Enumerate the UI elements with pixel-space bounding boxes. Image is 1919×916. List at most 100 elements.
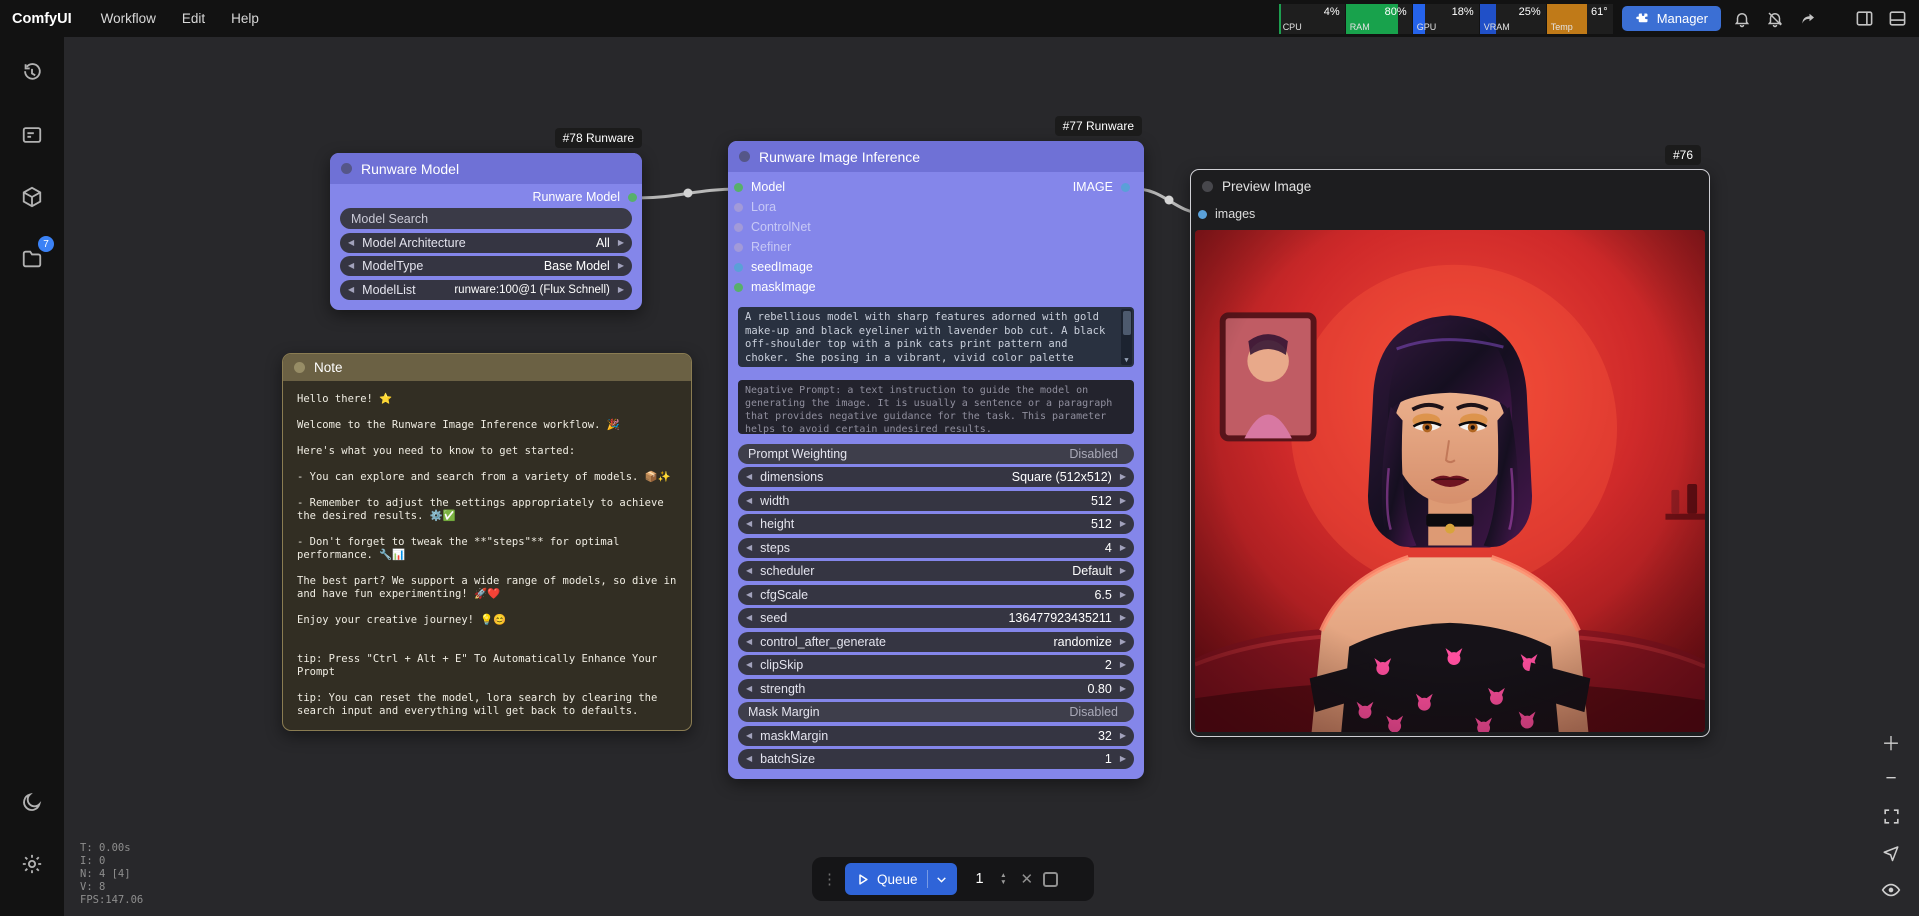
decrement-arrow-icon[interactable]: ◀ xyxy=(746,638,752,646)
widget-dimensions[interactable]: ◀ dimensions Square (512x512) ▶ xyxy=(738,467,1134,487)
increment-arrow-icon[interactable]: ▶ xyxy=(618,286,624,294)
queue-panel-icon[interactable] xyxy=(12,115,52,155)
increment-arrow-icon[interactable]: ▶ xyxy=(618,262,624,270)
menu-workflow[interactable]: Workflow xyxy=(88,0,169,37)
input-slot-controlnet[interactable] xyxy=(734,223,743,232)
scroll-down-icon[interactable]: ▼ xyxy=(1121,356,1132,365)
widget-scheduler[interactable]: ◀ scheduler Default ▶ xyxy=(738,561,1134,581)
workflows-folder-icon[interactable]: 7 xyxy=(12,239,52,279)
decrement-arrow-icon[interactable]: ◀ xyxy=(348,286,354,294)
increment-arrow-icon[interactable]: ▶ xyxy=(1120,473,1126,481)
share-icon[interactable] xyxy=(1796,7,1820,31)
model-library-icon[interactable] xyxy=(12,177,52,217)
widget-height[interactable]: ◀ height 512 ▶ xyxy=(738,514,1134,534)
history-icon[interactable] xyxy=(12,53,52,93)
decrement-arrow-icon[interactable]: ◀ xyxy=(746,661,752,669)
output-slot-image[interactable] xyxy=(1121,183,1130,192)
queue-button[interactable]: Queue xyxy=(845,863,957,895)
scrollbar[interactable]: ▼ xyxy=(1121,309,1132,365)
widget-modeltype[interactable]: ◀ ModelType Base Model ▶ xyxy=(340,256,632,276)
widget-modellist[interactable]: ◀ ModelList runware:100@1 (Flux Schnell)… xyxy=(340,280,632,300)
batch-decrement-icon[interactable]: ▼ xyxy=(1000,879,1006,886)
increment-arrow-icon[interactable]: ▶ xyxy=(1120,567,1126,575)
theme-toggle-icon[interactable] xyxy=(12,782,52,822)
node-runware-model[interactable]: #78 Runware Runware Model Runware Model … xyxy=(330,153,642,310)
decrement-arrow-icon[interactable]: ◀ xyxy=(746,614,752,622)
settings-gear-icon[interactable] xyxy=(12,844,52,884)
decrement-arrow-icon[interactable]: ◀ xyxy=(746,732,752,740)
input-slot-seedimage[interactable] xyxy=(734,263,743,272)
batch-increment-icon[interactable]: ▲ xyxy=(1000,872,1006,879)
increment-arrow-icon[interactable]: ▶ xyxy=(1120,614,1126,622)
node-note[interactable]: Note Hello there! ⭐ Welcome to the Runwa… xyxy=(282,353,692,731)
widget-model-architecture[interactable]: ◀ Model Architecture All ▶ xyxy=(340,233,632,253)
widget-prompt-weighting[interactable]: Prompt Weighting Disabled xyxy=(738,444,1134,464)
input-slot-images[interactable] xyxy=(1198,210,1207,219)
increment-arrow-icon[interactable]: ▶ xyxy=(618,239,624,247)
zoom-in-icon[interactable]: ＋ xyxy=(1879,730,1903,754)
node-title-bar[interactable]: Runware Image Inference xyxy=(728,141,1144,172)
cancel-run-icon[interactable]: ✕ xyxy=(1021,870,1034,888)
widget-maskmargin[interactable]: ◀ maskMargin 32 ▶ xyxy=(738,726,1134,746)
increment-arrow-icon[interactable]: ▶ xyxy=(1120,544,1126,552)
collapse-dot-icon[interactable] xyxy=(739,151,750,162)
decrement-arrow-icon[interactable]: ◀ xyxy=(746,473,752,481)
menu-help[interactable]: Help xyxy=(218,0,272,37)
input-slot-model[interactable] xyxy=(734,183,743,192)
increment-arrow-icon[interactable]: ▶ xyxy=(1120,497,1126,505)
decrement-arrow-icon[interactable]: ◀ xyxy=(746,591,752,599)
collapse-dot-icon[interactable] xyxy=(1202,181,1213,192)
manager-button[interactable]: Manager xyxy=(1622,6,1721,31)
node-runware-image-inference[interactable]: #77 Runware Runware Image Inference Mode… xyxy=(728,141,1144,779)
stop-icon[interactable] xyxy=(1043,872,1058,887)
decrement-arrow-icon[interactable]: ◀ xyxy=(348,262,354,270)
scrollbar-thumb[interactable] xyxy=(1123,311,1131,335)
decrement-arrow-icon[interactable]: ◀ xyxy=(746,520,752,528)
increment-arrow-icon[interactable]: ▶ xyxy=(1120,591,1126,599)
widget-clipskip[interactable]: ◀ clipSkip 2 ▶ xyxy=(738,655,1134,675)
positive-prompt-textarea[interactable]: A rebellious model with sharp features a… xyxy=(738,307,1134,367)
increment-arrow-icon[interactable]: ▶ xyxy=(1120,520,1126,528)
widget-seed[interactable]: ◀ seed 136477923435211 ▶ xyxy=(738,608,1134,628)
bell-muted-icon[interactable] xyxy=(1763,7,1787,31)
decrement-arrow-icon[interactable]: ◀ xyxy=(746,755,752,763)
decrement-arrow-icon[interactable]: ◀ xyxy=(348,239,354,247)
increment-arrow-icon[interactable]: ▶ xyxy=(1120,755,1126,763)
toggle-visibility-eye-icon[interactable] xyxy=(1879,878,1903,902)
widget-control-after-generate[interactable]: ◀ control_after_generate randomize ▶ xyxy=(738,632,1134,652)
queue-options-chevron-icon[interactable] xyxy=(931,868,953,890)
widget-width[interactable]: ◀ width 512 ▶ xyxy=(738,491,1134,511)
node-preview-image[interactable]: #76 Preview Image images xyxy=(1190,169,1710,737)
widget-mask-margin[interactable]: Mask Margin Disabled xyxy=(738,702,1134,722)
collapse-dot-icon[interactable] xyxy=(294,362,305,373)
note-text[interactable]: Hello there! ⭐ Welcome to the Runware Im… xyxy=(283,381,691,730)
decrement-arrow-icon[interactable]: ◀ xyxy=(746,567,752,575)
decrement-arrow-icon[interactable]: ◀ xyxy=(746,544,752,552)
decrement-arrow-icon[interactable]: ◀ xyxy=(746,497,752,505)
input-slot-maskimage[interactable] xyxy=(734,283,743,292)
notification-bell-icon[interactable] xyxy=(1730,7,1754,31)
fit-view-icon[interactable] xyxy=(1879,804,1903,828)
increment-arrow-icon[interactable]: ▶ xyxy=(1120,661,1126,669)
zoom-out-icon[interactable]: − xyxy=(1879,767,1903,791)
increment-arrow-icon[interactable]: ▶ xyxy=(1120,638,1126,646)
model-search-input[interactable]: Model Search xyxy=(340,208,632,229)
widget-batchsize[interactable]: ◀ batchSize 1 ▶ xyxy=(738,749,1134,769)
select-mode-icon[interactable] xyxy=(1879,841,1903,865)
input-slot-lora[interactable] xyxy=(734,203,743,212)
input-slot-refiner[interactable] xyxy=(734,243,743,252)
increment-arrow-icon[interactable]: ▶ xyxy=(1120,732,1126,740)
drag-handle-icon[interactable]: ⋮ xyxy=(822,870,835,888)
node-title-bar[interactable]: Preview Image xyxy=(1191,170,1709,202)
decrement-arrow-icon[interactable]: ◀ xyxy=(746,685,752,693)
collapse-dot-icon[interactable] xyxy=(341,163,352,174)
negative-prompt-textarea[interactable]: Negative Prompt: a text instruction to g… xyxy=(738,380,1134,434)
widget-strength[interactable]: ◀ strength 0.80 ▶ xyxy=(738,679,1134,699)
panel-right-toggle-icon[interactable] xyxy=(1852,7,1876,31)
menu-edit[interactable]: Edit xyxy=(169,0,218,37)
widget-steps[interactable]: ◀ steps 4 ▶ xyxy=(738,538,1134,558)
widget-cfgscale[interactable]: ◀ cfgScale 6.5 ▶ xyxy=(738,585,1134,605)
increment-arrow-icon[interactable]: ▶ xyxy=(1120,685,1126,693)
output-slot-runware-model[interactable] xyxy=(628,193,637,202)
panel-bottom-toggle-icon[interactable] xyxy=(1885,7,1909,31)
